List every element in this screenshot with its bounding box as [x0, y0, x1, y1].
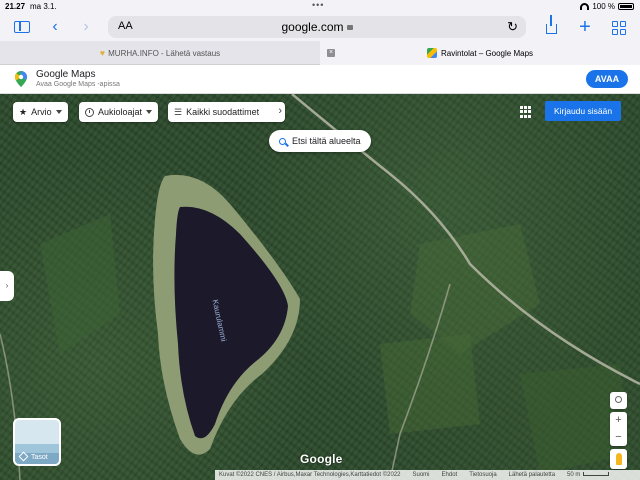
chevron-down-icon: [55, 110, 62, 114]
status-time: 21.27: [5, 2, 26, 11]
heart-favicon-icon: ♥: [99, 48, 106, 58]
google-apps-icon[interactable]: [520, 106, 532, 118]
maps-favicon-icon: [426, 48, 437, 58]
layers-label: Tasot: [31, 454, 48, 461]
filter-hours-chip[interactable]: Aukioloajat: [79, 102, 159, 122]
forward-icon[interactable]: ›: [76, 17, 96, 37]
scale-indicator[interactable]: 50 m: [567, 472, 610, 478]
sidebar-toggle-icon[interactable]: [12, 17, 32, 37]
new-tab-icon[interactable]: +: [575, 17, 595, 37]
battery-icon: [618, 3, 634, 10]
feedback-link[interactable]: Lähetä palautetta: [509, 472, 555, 478]
sign-in-button[interactable]: Kirjaudu sisään: [545, 101, 621, 121]
layers-icon: [18, 451, 29, 462]
zoom-in-button[interactable]: +: [610, 412, 627, 429]
all-filters-label: Kaikki suodattimet: [186, 107, 260, 117]
search-this-area-button[interactable]: Etsi tältä alueelta: [269, 130, 371, 152]
expand-side-panel-button[interactable]: ›: [0, 271, 14, 301]
satellite-map[interactable]: ★ Arvio Aukioloajat ☰ Kaikki suodattimet…: [0, 94, 640, 480]
terms-link[interactable]: Ehdot: [442, 472, 458, 478]
clock-icon: [85, 107, 94, 117]
app-banner: Google Maps Avaa Google Maps -apissa AVA…: [0, 65, 640, 94]
compass-icon: [615, 396, 622, 403]
star-icon: ★: [19, 106, 28, 117]
privacy-link[interactable]: Tietosuoja: [469, 472, 496, 478]
compass-button[interactable]: [610, 392, 627, 409]
wifi-icon: [580, 3, 590, 10]
layers-button[interactable]: Tasot: [13, 418, 61, 466]
scale-label: 50 m: [567, 472, 581, 478]
tab-overview-icon[interactable]: [609, 17, 629, 37]
browser-toolbar: ‹ › AA google.com ↻ +: [0, 13, 640, 41]
street-view-pegman-icon[interactable]: [610, 449, 627, 469]
back-icon[interactable]: ‹: [45, 17, 65, 37]
google-maps-pin-icon: [15, 71, 27, 87]
filter-rating-label: Arvio: [31, 107, 52, 117]
banner-title: Google Maps: [36, 69, 96, 80]
banner-subtitle: Avaa Google Maps -apissa: [36, 81, 120, 88]
attribution-text: Kuvat ©2022 CNES / Airbus,Maxar Technolo…: [219, 472, 401, 478]
reload-icon[interactable]: ↻: [507, 19, 518, 35]
address-bar[interactable]: AA google.com ↻: [108, 16, 526, 38]
close-tab-icon[interactable]: ×: [327, 49, 335, 57]
chevron-down-icon: [146, 110, 153, 114]
status-bar: 21.27 ma 3.1. ••• 100 %: [0, 0, 640, 13]
country-link[interactable]: Suomi: [413, 472, 430, 478]
zoom-controls: + −: [610, 412, 627, 446]
chevron-right-icon[interactable]: ›: [278, 105, 282, 117]
filter-rating-chip[interactable]: ★ Arvio: [13, 102, 68, 122]
multitask-dots-icon[interactable]: •••: [312, 0, 324, 10]
lock-icon: [346, 25, 353, 30]
google-logo: Google: [300, 452, 343, 466]
search-icon: [279, 137, 286, 145]
scale-bar: [583, 472, 610, 477]
filter-hours-label: Aukioloajat: [98, 107, 143, 117]
tab-google-maps[interactable]: Ravintolat – Google Maps: [320, 41, 640, 65]
filter-sliders-icon: ☰: [174, 106, 183, 117]
share-icon[interactable]: [541, 15, 561, 37]
open-in-app-button[interactable]: AVAA: [586, 70, 628, 88]
map-footer: Kuvat ©2022 CNES / Airbus,Maxar Technolo…: [215, 470, 640, 480]
all-filters-chip[interactable]: ☰ Kaikki suodattimet ›: [168, 102, 285, 122]
status-date: ma 3.1.: [30, 2, 57, 11]
tab-label: MURHA.INFO - Lähetä vastaus: [108, 48, 221, 58]
tab-murha[interactable]: ♥ MURHA.INFO - Lähetä vastaus: [0, 41, 320, 65]
search-this-area-label: Etsi tältä alueelta: [292, 136, 361, 146]
tab-strip: ♥ MURHA.INFO - Lähetä vastaus × Ravintol…: [0, 41, 640, 65]
tab-label: Ravintolat – Google Maps: [440, 48, 534, 58]
zoom-out-button[interactable]: −: [610, 429, 627, 446]
battery-percent: 100 %: [592, 2, 615, 11]
url-text: google.com: [281, 20, 344, 34]
